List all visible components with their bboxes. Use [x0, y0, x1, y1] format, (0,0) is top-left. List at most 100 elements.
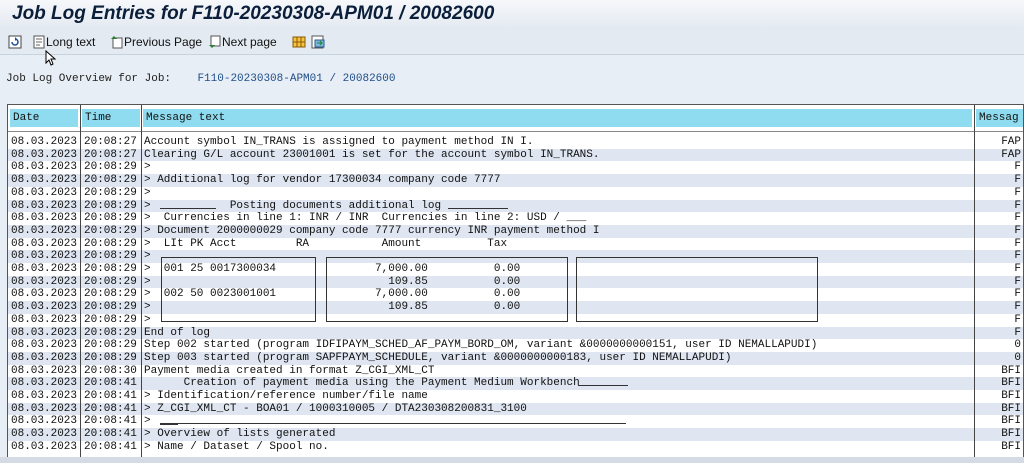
previous-page-button[interactable]: Previous Page [110, 33, 202, 51]
type-cell: BFI [1001, 364, 1021, 377]
date-cell: 08.03.2023 [11, 326, 78, 339]
table-row[interactable]: 08.03.2023 20:08:41 Creation of payment m… [8, 377, 1023, 390]
table-row[interactable]: 08.03.2023 20:08:41 > Z_CGI_XML_CT - BOA01… [8, 402, 1023, 416]
refresh-button[interactable] [8, 33, 22, 51]
message-cell: > Posting documents additional log [144, 199, 442, 212]
date-cell: 08.03.2023 [11, 237, 78, 250]
type-cell: BFI [1001, 402, 1021, 415]
column-divider [974, 105, 975, 462]
date-cell: 08.03.2023 [11, 428, 78, 441]
layout-button[interactable] [292, 33, 306, 51]
table-row[interactable]: 08.03.2023 20:08:41 > BFI [8, 415, 1023, 428]
time-cell: 20:08:41 [84, 402, 137, 415]
date-cell: 08.03.2023 [11, 402, 78, 415]
date-cell: 08.03.2023 [11, 224, 78, 237]
message-cell: > Identification/reference number/file n… [144, 390, 428, 402]
message-cell: > [144, 313, 151, 326]
time-cell: 20:08:29 [84, 339, 137, 352]
date-cell: 08.03.2023 [11, 313, 78, 326]
message-cell: Account symbol IN_TRANS is assigned to p… [144, 136, 534, 148]
separator-line [160, 423, 626, 424]
table-row[interactable]: 08.03.2023 20:08:29 > F [8, 187, 1023, 200]
table-row[interactable]: 08.03.2023 20:08:29 > F [8, 161, 1023, 174]
type-cell: F [1014, 186, 1021, 199]
table-row[interactable]: 08.03.2023 20:08:29 > LIt PK Acct RA Amoun… [8, 238, 1023, 251]
message-cell: > [144, 186, 151, 199]
grid-icon [292, 36, 306, 48]
document-icon [33, 35, 45, 49]
time-cell: 20:08:29 [84, 212, 137, 225]
col-type-header[interactable]: Messag [976, 109, 1023, 127]
toolbar: Long text Previous Page Next page [0, 30, 1024, 55]
overview-job: F110-20230308-APM01 / 20082600 [197, 73, 396, 85]
date-cell: 08.03.2023 [11, 301, 78, 314]
separator-line [160, 208, 216, 209]
time-cell: 20:08:41 [84, 377, 137, 390]
date-cell: 08.03.2023 [11, 390, 78, 402]
table-row[interactable]: 08.03.2023 20:08:29 Step 003 started (prog… [8, 351, 1023, 365]
table-row[interactable]: 08.03.2023 20:08:41 > Identification/refer… [8, 390, 1023, 403]
time-cell: 20:08:29 [84, 237, 137, 250]
date-cell: 08.03.2023 [11, 174, 78, 187]
col-date-header[interactable]: Date [10, 109, 78, 127]
type-cell: F [1014, 237, 1021, 250]
type-cell: FAP [1001, 136, 1021, 148]
date-cell: 08.03.2023 [11, 161, 78, 174]
type-cell: BFI [1001, 377, 1021, 390]
export-button[interactable] [311, 33, 325, 51]
message-cell: > [144, 415, 151, 428]
title-bar: Job Log Entries for F110-20230308-APM01 … [0, 0, 1024, 30]
message-cell: Creation of payment media using the Paym… [144, 377, 580, 390]
date-cell: 08.03.2023 [11, 148, 78, 161]
type-cell: 0 [1014, 351, 1021, 364]
date-cell: 08.03.2023 [11, 263, 78, 275]
time-cell: 20:08:30 [84, 364, 137, 377]
time-cell: 20:08:41 [84, 428, 137, 441]
type-cell: F [1014, 212, 1021, 225]
table-row[interactable]: 08.03.2023 20:08:29 End of log F [8, 326, 1023, 340]
date-cell: 08.03.2023 [11, 212, 78, 225]
message-cell: > Additional log for vendor 17300034 com… [144, 174, 501, 187]
table-row[interactable]: 08.03.2023 20:08:41 > Overview of lists ge… [8, 428, 1023, 441]
type-cell: 0 [1014, 339, 1021, 352]
table-row[interactable]: 08.03.2023 20:08:27 Account symbol IN_TRAN… [8, 136, 1023, 149]
type-cell: F [1014, 161, 1021, 174]
table-row[interactable]: 08.03.2023 20:08:29 Step 002 started (prog… [8, 339, 1023, 352]
type-cell: F [1014, 326, 1021, 339]
type-cell: F [1014, 313, 1021, 326]
export-icon [311, 35, 325, 49]
table-row[interactable]: 08.03.2023 20:08:41 > Name / Dataset / Spo… [8, 441, 1023, 454]
next-page-button[interactable]: Next page [208, 33, 277, 51]
table-row[interactable]: 08.03.2023 20:08:29 > Posting documents ad… [8, 199, 1023, 213]
time-cell: 20:08:41 [84, 440, 137, 453]
col-message-header[interactable]: Message text [143, 109, 972, 127]
job-log-table: Date Time Message text Messag 08.03.2023… [7, 104, 1024, 463]
table-header: Date Time Message text Messag [8, 105, 1023, 132]
page-title: Job Log Entries for F110-20230308-APM01 … [12, 3, 495, 24]
time-cell: 20:08:29 [84, 326, 137, 339]
message-cell: > [144, 250, 151, 263]
message-cell: Clearing G/L account 23001001 is set for… [144, 148, 600, 161]
table-row[interactable]: 08.03.2023 20:08:30 Payment media created … [8, 365, 1023, 378]
message-cell: > LIt PK Acct RA Amount Tax [144, 237, 508, 250]
horizontal-scrollbar[interactable] [0, 457, 1024, 463]
separator-line [160, 424, 178, 425]
date-cell: 08.03.2023 [11, 364, 78, 377]
col-time-header[interactable]: Time [82, 109, 140, 127]
date-cell: 08.03.2023 [11, 440, 78, 453]
table-row[interactable]: 08.03.2023 20:08:29 > Document 2000000029 … [8, 224, 1023, 238]
table-row[interactable]: 08.03.2023 20:08:27 Clearing G/L account 2… [8, 148, 1023, 162]
time-cell: 20:08:29 [84, 186, 137, 199]
long-text-button[interactable]: Long text [32, 33, 95, 51]
message-cell: Step 003 started (program SAPFPAYM_SCHED… [144, 351, 732, 364]
message-cell: > Currencies in line 1: INR / INR Curren… [144, 212, 587, 225]
table-row[interactable]: 08.03.2023 20:08:29 > Currencies in line 1… [8, 212, 1023, 225]
column-divider [141, 105, 142, 462]
type-cell: F [1014, 224, 1021, 237]
table-row[interactable]: 08.03.2023 20:08:29 > Additional log for v… [8, 174, 1023, 187]
type-cell: F [1014, 288, 1021, 301]
message-cell: > [144, 161, 151, 174]
mouse-cursor-icon [45, 49, 57, 69]
date-cell: 08.03.2023 [11, 250, 78, 263]
date-cell: 08.03.2023 [11, 275, 78, 288]
